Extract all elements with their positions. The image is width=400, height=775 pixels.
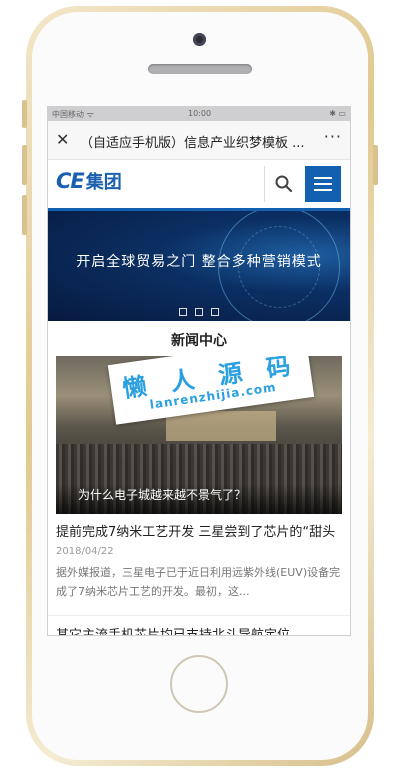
article-summary: 据外媒报道，三星电子已于近日利用远紫外线(EUV)设备完成了7纳米芯片工艺的开发… bbox=[56, 566, 341, 598]
logo-cn: 集团 bbox=[85, 172, 122, 193]
mute-switch bbox=[22, 100, 27, 128]
carousel-dot[interactable] bbox=[211, 308, 219, 316]
news-section-title: 新闻中心 bbox=[171, 333, 227, 349]
featured-news-image[interactable]: 懒 人 源 码 lanrenzhijia.com 为什么电子城越来越不景气了？ bbox=[56, 356, 342, 514]
article-title[interactable]: 提前完成7纳米工艺开发 三星尝到了芯片的“甜头 bbox=[56, 521, 342, 540]
phone-screen: 中国移动 ᯤ 10:00 ✱ ▭ ✕ （自适应手机版）信息产业织梦模板 ... … bbox=[47, 106, 351, 636]
site-logo[interactable]: CE 集团 bbox=[56, 168, 122, 194]
carousel-dot[interactable] bbox=[179, 308, 187, 316]
status-icons: ✱ ▭ bbox=[329, 109, 346, 118]
hero-banner[interactable]: 开启全球贸易之门 整合多种营销模式 bbox=[48, 211, 350, 321]
volume-down-button bbox=[22, 195, 27, 235]
stage-graphic bbox=[166, 411, 276, 441]
carousel-dots bbox=[48, 301, 350, 320]
page-title: （自适应手机版）信息产业织梦模板 ... bbox=[80, 136, 305, 151]
status-bar: 中国移动 ᯤ 10:00 ✱ ▭ bbox=[48, 107, 350, 121]
volume-up-button bbox=[22, 145, 27, 185]
featured-caption-overlay: 为什么电子城越来越不景气了？ bbox=[56, 484, 342, 514]
browser-title-bar: ✕ （自适应手机版）信息产业织梦模板 ... ··· bbox=[48, 121, 350, 160]
article-title-2[interactable]: 其它主流手机芯片均已支持北斗导航定位 bbox=[56, 624, 342, 635]
power-button bbox=[373, 145, 378, 185]
earpiece-speaker bbox=[148, 64, 252, 74]
header-divider bbox=[264, 166, 265, 202]
home-button[interactable] bbox=[170, 655, 228, 713]
banner-text: 开启全球贸易之门 整合多种营销模式 bbox=[76, 254, 322, 270]
close-icon[interactable]: ✕ bbox=[56, 130, 69, 149]
article-date: 2018/04/22 bbox=[56, 546, 114, 557]
logo-en: CE bbox=[56, 169, 85, 193]
carrier-label: 中国移动 ᯤ bbox=[52, 110, 94, 119]
featured-caption[interactable]: 为什么电子城越来越不景气了？ bbox=[78, 486, 246, 503]
carousel-dot[interactable] bbox=[195, 308, 203, 316]
search-icon[interactable] bbox=[274, 174, 294, 194]
site-header: CE 集团 bbox=[48, 160, 350, 211]
status-time: 10:00 bbox=[188, 109, 212, 118]
divider bbox=[48, 615, 350, 616]
front-camera bbox=[193, 33, 206, 46]
more-menu-icon[interactable]: ··· bbox=[324, 127, 342, 146]
menu-icon[interactable] bbox=[305, 166, 341, 202]
